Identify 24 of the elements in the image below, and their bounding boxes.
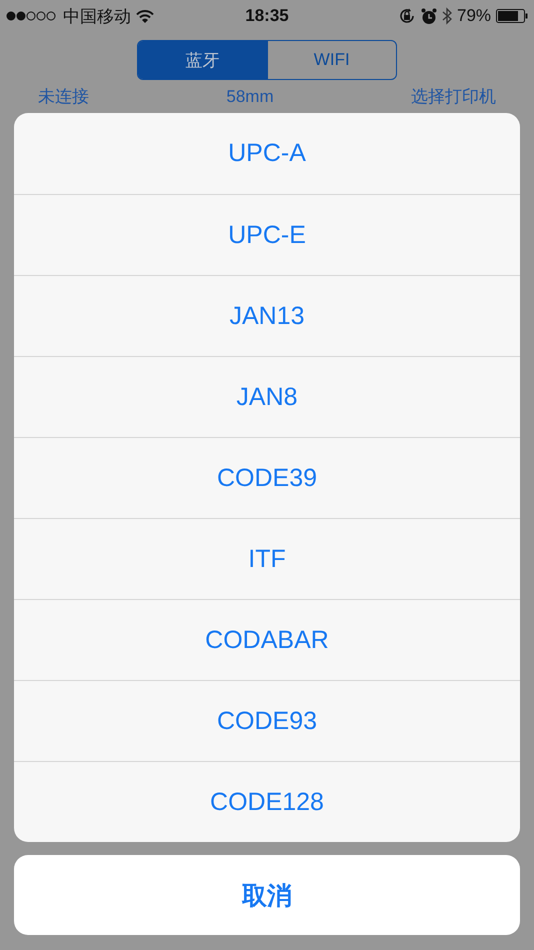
segment-tab[interactable]: WIFI bbox=[266, 41, 396, 79]
segment-tab[interactable]: 蓝牙 bbox=[138, 41, 266, 79]
barcode-option[interactable]: CODABAR bbox=[14, 599, 520, 680]
connection-status: 未连接 bbox=[38, 86, 89, 108]
select-printer-link[interactable]: 选择打印机 bbox=[410, 85, 496, 108]
signal-icon bbox=[6, 10, 58, 22]
clock-time: 18:35 bbox=[245, 6, 289, 26]
barcode-option[interactable]: JAN8 bbox=[14, 356, 520, 437]
barcode-option[interactable]: ITF bbox=[14, 518, 520, 599]
carrier-name: 中国移动 bbox=[63, 6, 131, 28]
rotation-lock-icon bbox=[398, 7, 416, 25]
barcode-option[interactable]: UPC-E bbox=[14, 194, 520, 275]
battery-percentage: 79% bbox=[456, 6, 492, 26]
barcode-option[interactable]: UPC-A bbox=[14, 113, 520, 194]
cancel-button[interactable]: 取消 bbox=[14, 855, 520, 935]
barcode-option[interactable]: CODE93 bbox=[14, 680, 520, 761]
wifi-icon bbox=[136, 10, 154, 22]
barcode-option[interactable]: CODE128 bbox=[14, 761, 520, 842]
barcode-option[interactable]: JAN13 bbox=[14, 275, 520, 356]
barcode-option[interactable]: CODE39 bbox=[14, 437, 520, 518]
bluetooth-icon bbox=[442, 7, 452, 25]
paper-size[interactable]: 58mm bbox=[226, 86, 274, 106]
alarm-icon bbox=[420, 8, 437, 24]
battery-icon bbox=[496, 9, 528, 23]
